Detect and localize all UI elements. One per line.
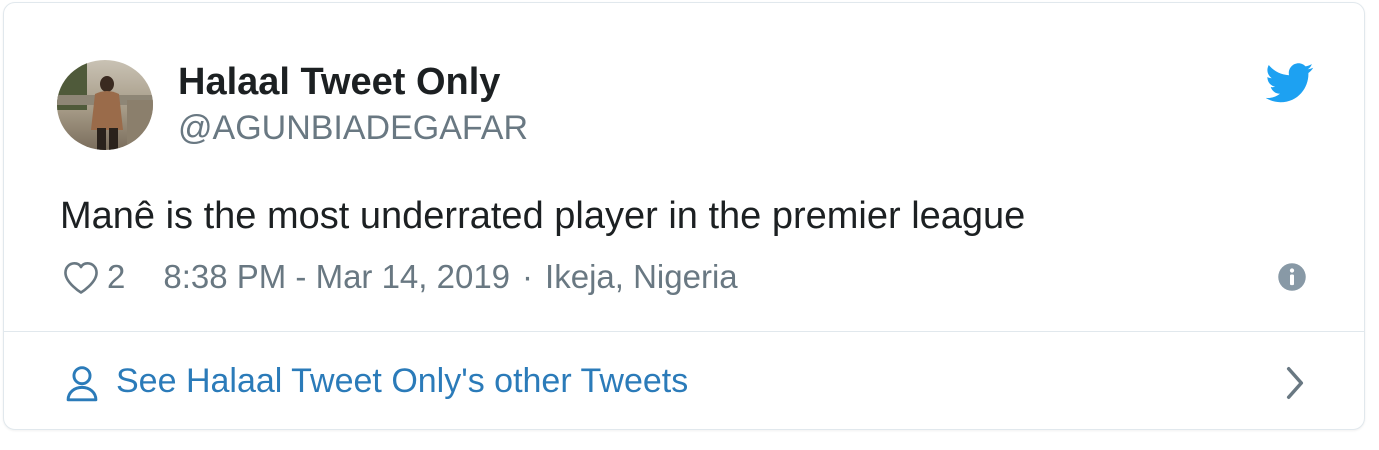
tweet-meta: 2 8:38 PM - Mar 14, 2019 · Ikeja, Nigeri… [61,256,738,298]
tweet-text: Manê is the most underrated player in th… [60,195,1026,237]
see-other-tweets-link[interactable]: See Halaal Tweet Only's other Tweets [4,332,1364,430]
like-count[interactable]: 2 [107,258,125,296]
meta-separator: · [522,258,534,295]
heart-icon[interactable] [61,259,101,295]
tweet-card: Halaal Tweet Only @AGUNBIADEGAFAR Manê i… [3,2,1365,430]
chevron-right-icon[interactable] [1282,364,1308,402]
info-icon[interactable] [1277,262,1307,292]
tweet-timestamp[interactable]: 8:38 PM - Mar 14, 2019 [163,258,510,296]
see-other-tweets-label[interactable]: See Halaal Tweet Only's other Tweets [116,359,688,403]
avatar[interactable] [57,60,153,150]
twitter-bird-icon[interactable] [1266,61,1314,105]
tweet-location[interactable]: Ikeja, Nigeria [545,258,738,296]
author-name[interactable]: Halaal Tweet Only [178,59,500,105]
avatar-photo [57,60,153,150]
person-icon [66,366,98,402]
author-handle[interactable]: @AGUNBIADEGAFAR [178,107,528,149]
